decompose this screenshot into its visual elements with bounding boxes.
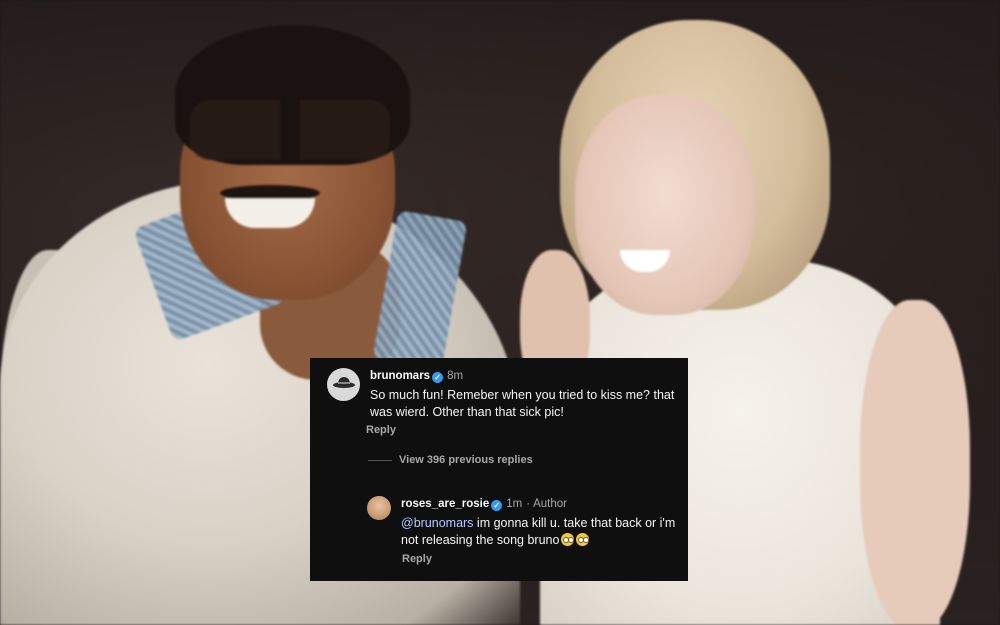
username[interactable]: roses_are_rosie <box>401 498 489 510</box>
avatar-bruno[interactable] <box>327 368 360 401</box>
author-badge: Author <box>533 498 567 510</box>
comment-time: 8m <box>447 370 464 382</box>
username[interactable]: brunomars <box>370 370 430 382</box>
verified-icon: ✓ <box>432 372 444 383</box>
comment-header: brunomars ✓ 8m <box>370 370 463 383</box>
eye-roll-emoji-icon <box>576 533 590 546</box>
hat-icon <box>332 376 355 388</box>
dot-separator: · <box>526 498 531 510</box>
eye-roll-emoji-icon <box>561 533 575 546</box>
comment-thread-card: brunomars ✓ 8m So much fun! Remeber when y… <box>310 358 688 581</box>
view-replies-link[interactable]: View 396 previous replies <box>399 454 533 466</box>
avatar-rosie[interactable] <box>367 496 391 520</box>
photo-shape <box>575 95 755 315</box>
reply-time: 1m <box>506 498 523 510</box>
reply-header: roses_are_rosie ✓ 1m · Author <box>401 498 567 511</box>
photo-shape <box>190 100 390 160</box>
verified-icon: ✓ <box>491 500 503 511</box>
divider-line <box>368 460 392 461</box>
photo-shape <box>860 300 970 625</box>
reply-text: @brunomars im gonna kill u. take that ba… <box>401 515 681 549</box>
mention-link[interactable]: @brunomars <box>401 516 473 530</box>
comment-text: So much fun! Remeber when you tried to k… <box>370 388 675 419</box>
reply-button[interactable]: Reply <box>402 553 432 565</box>
reply-button[interactable]: Reply <box>366 424 396 436</box>
